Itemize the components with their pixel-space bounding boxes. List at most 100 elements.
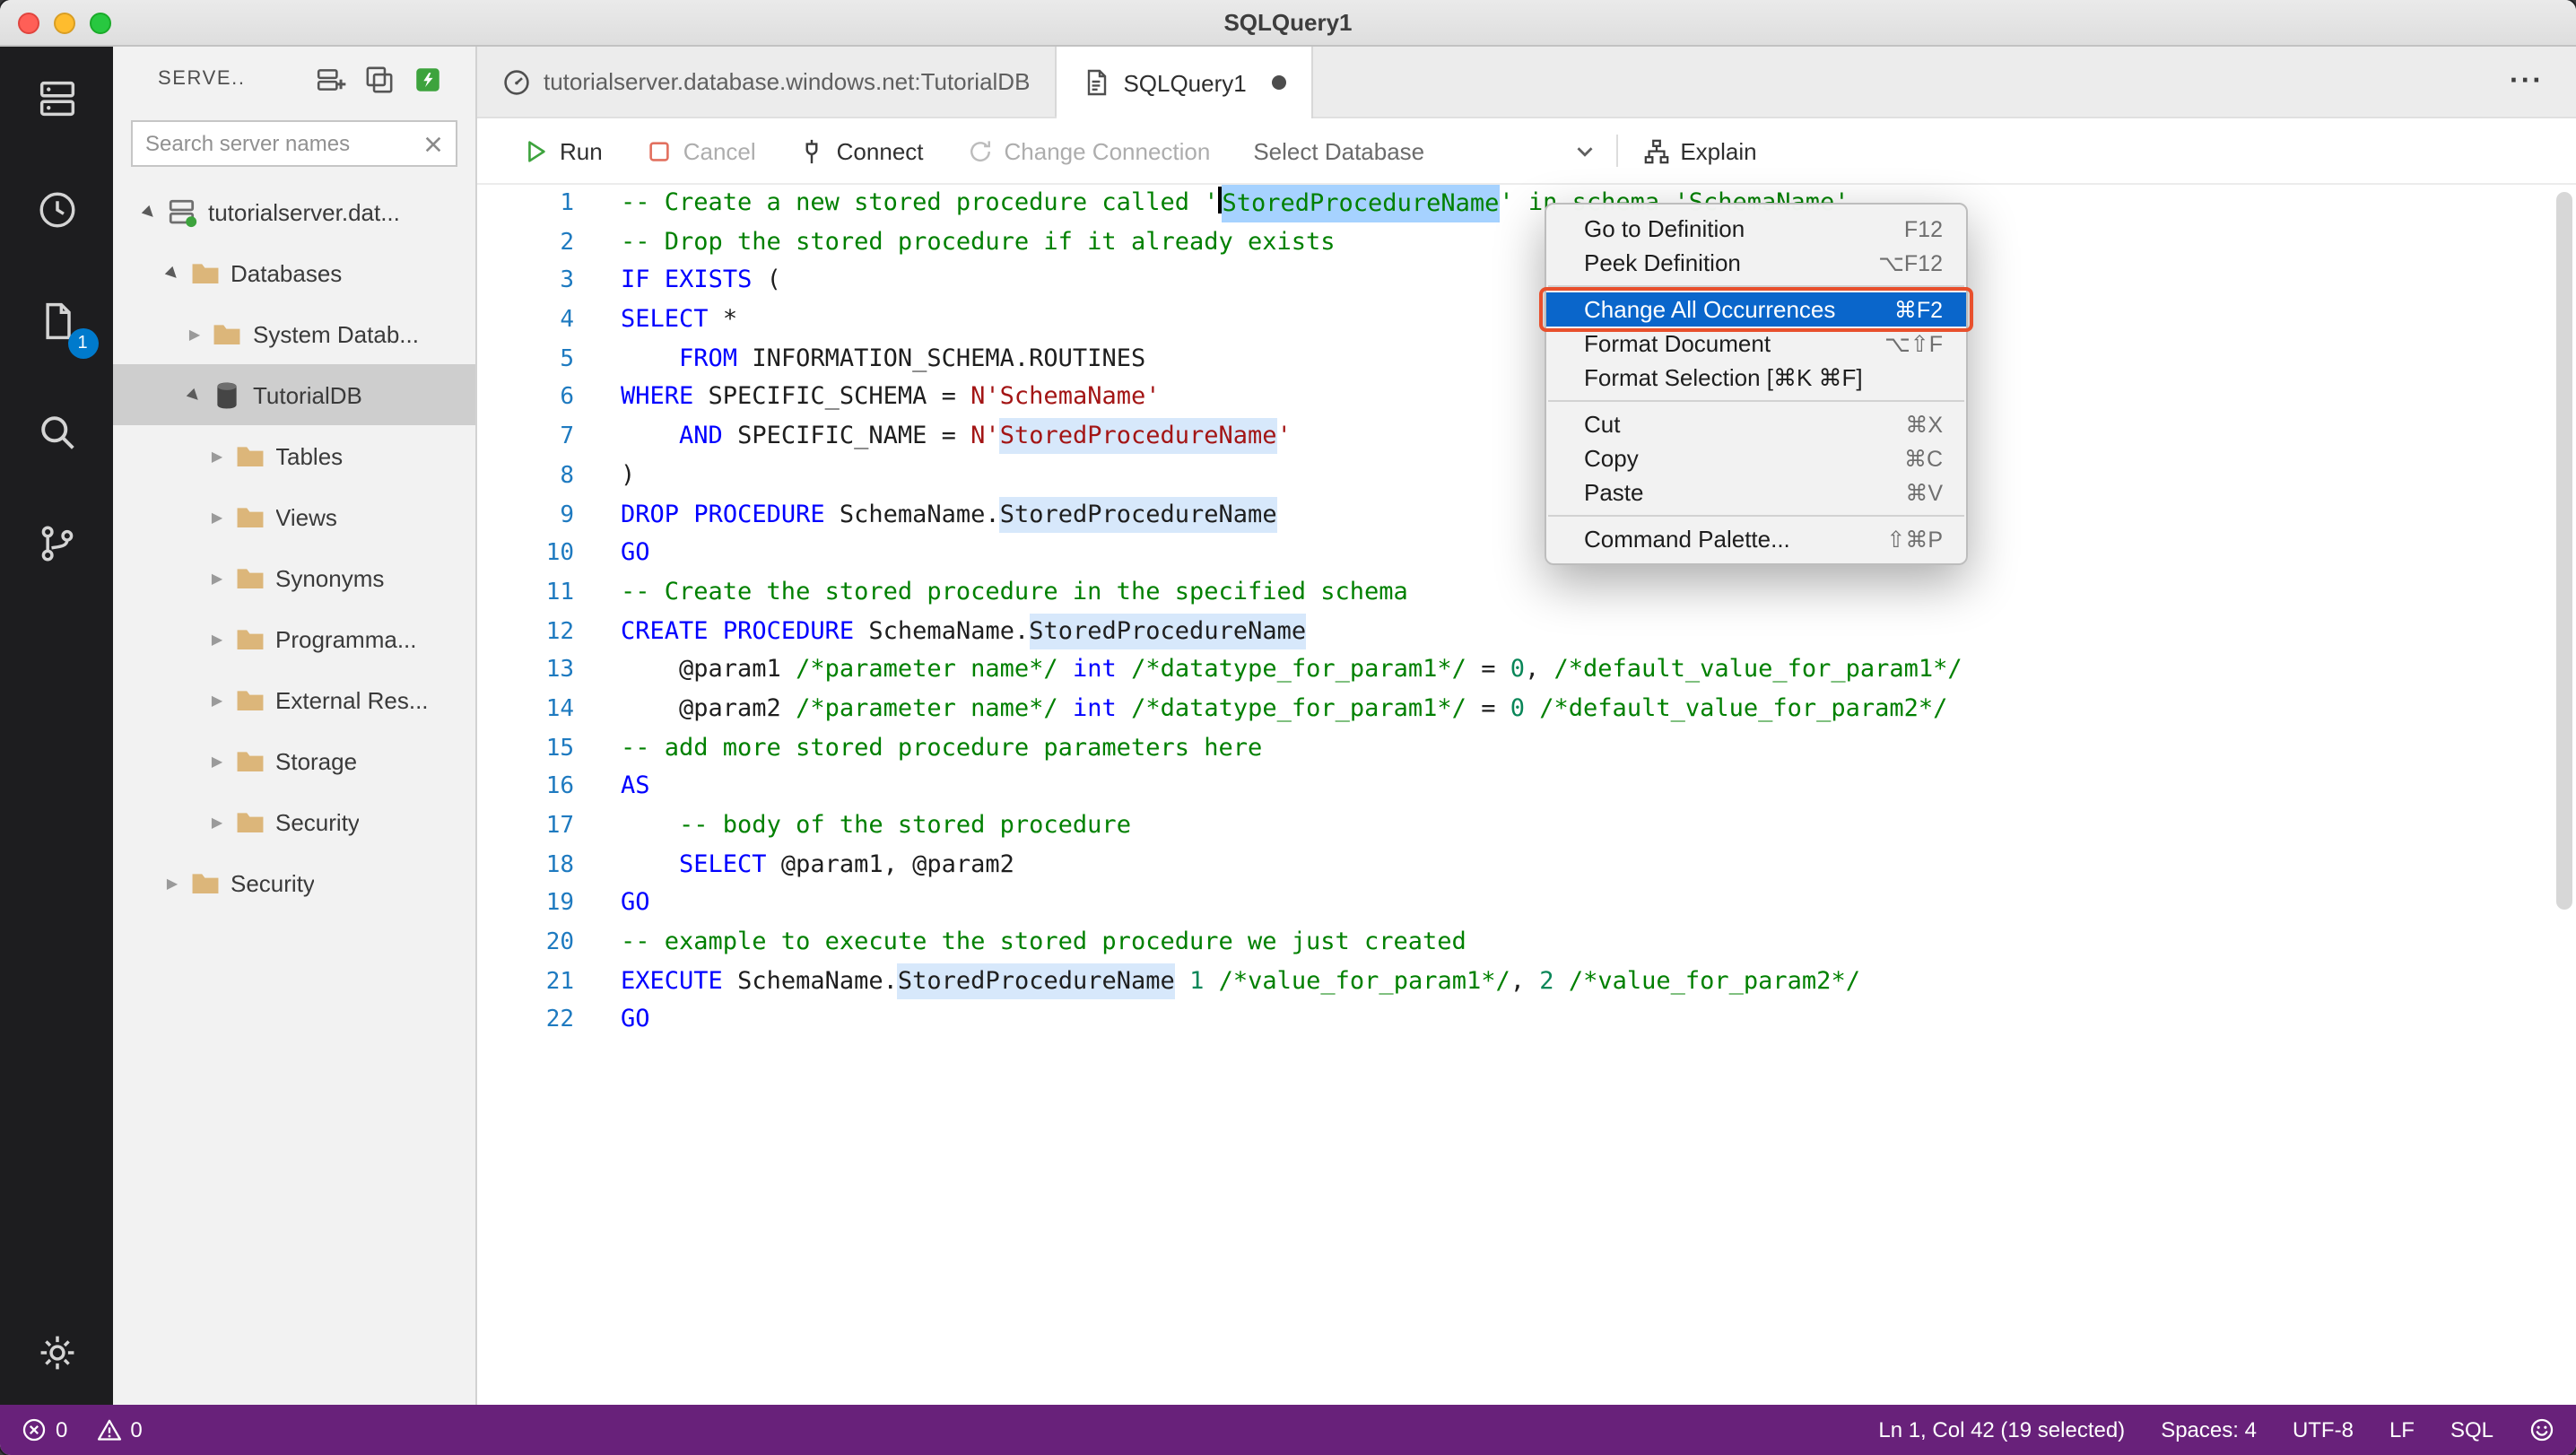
code-line[interactable]: 21 EXECUTE SchemaName.StoredProcedureName…: [477, 963, 2576, 1002]
caret-collapsed-icon[interactable]: ▶: [205, 631, 229, 647]
tree-item-databases[interactable]: ▶ Databases: [113, 242, 475, 303]
clear-search-icon[interactable]: [423, 134, 443, 153]
menu-shortcut: ⌘F2: [1893, 298, 1943, 323]
code-line[interactable]: 3 IF EXISTS (: [477, 263, 2576, 301]
editor-more-actions-button[interactable]: ···: [2477, 47, 2576, 117]
tree-item-tutorialserver-dat[interactable]: ▶ tutorialserver.dat...: [113, 181, 475, 242]
menu-item-cut[interactable]: Cut ⌘X: [1546, 407, 1966, 441]
caret-collapsed-icon[interactable]: ▶: [161, 875, 184, 891]
editor-scrollbar[interactable]: [2556, 192, 2572, 910]
code-line[interactable]: 22 GO: [477, 1002, 2576, 1041]
code-line[interactable]: 18 SELECT @param1, @param2: [477, 846, 2576, 884]
menu-item-command-palette[interactable]: Command Palette... ⇧⌘P: [1546, 522, 1966, 556]
tree-item-synonyms[interactable]: ▶ Synonyms: [113, 547, 475, 608]
menu-shortcut: ⌥⇧F: [1884, 332, 1943, 357]
code-line[interactable]: 13 @param1 /*parameter name*/ int /*data…: [477, 652, 2576, 691]
search-server-input[interactable]: [145, 131, 423, 156]
code-text: GO: [621, 888, 650, 918]
close-window-button[interactable]: [18, 13, 39, 34]
menu-item-change-all-occurrences[interactable]: Change All Occurrences ⌘F2: [1539, 287, 1973, 332]
connect-button[interactable]: Connect: [799, 137, 924, 164]
tree-item-security[interactable]: ▶ Security: [113, 791, 475, 852]
tree-item-programma[interactable]: ▶ Programma...: [113, 608, 475, 669]
code-editor[interactable]: 1 -- Create a new stored procedure called…: [477, 185, 2576, 1405]
caret-collapsed-icon[interactable]: ▶: [205, 692, 229, 708]
cancel-icon: [646, 137, 673, 164]
tree-item-views[interactable]: ▶ Views: [113, 486, 475, 547]
run-button[interactable]: Run: [522, 137, 603, 164]
activity-bar-item-settings[interactable]: [26, 1322, 87, 1383]
menu-item-format-selection-k-f[interactable]: Format Selection [⌘K ⌘F]: [1546, 361, 1966, 395]
code-text: AND SPECIFIC_NAME = N'StoredProcedureNam…: [621, 418, 1292, 457]
active-connections-button[interactable]: [413, 64, 443, 94]
code-line[interactable]: 11 -- Create the stored procedure in the …: [477, 574, 2576, 613]
caret-collapsed-icon[interactable]: ▶: [183, 326, 206, 342]
menu-item-paste[interactable]: Paste ⌘V: [1546, 475, 1966, 510]
code-line[interactable]: 19 GO: [477, 885, 2576, 924]
select-database-dropdown[interactable]: Select Database: [1253, 137, 1597, 164]
tree-item-external-res[interactable]: ▶ External Res...: [113, 669, 475, 730]
git-branch-icon: [33, 520, 80, 567]
tree-item-storage[interactable]: ▶ Storage: [113, 730, 475, 791]
code-line[interactable]: 5 FROM INFORMATION_SCHEMA.ROUTINES: [477, 341, 2576, 379]
status-item-cursor-position[interactable]: Ln 1, Col 42 (19 selected): [1878, 1417, 2125, 1442]
status-item-encoding[interactable]: UTF-8: [2293, 1417, 2354, 1442]
menu-item-format-document[interactable]: Format Document ⌥⇧F: [1546, 327, 1966, 361]
activity-bar-item-source-control[interactable]: [26, 513, 87, 574]
minimize-window-button[interactable]: [54, 13, 75, 34]
code-line[interactable]: 14 @param2 /*parameter name*/ int /*data…: [477, 691, 2576, 729]
problems-status[interactable]: 0 0: [22, 1417, 143, 1442]
caret-expanded-icon[interactable]: ▶: [135, 197, 163, 225]
change-connection-button[interactable]: Change Connection: [967, 137, 1210, 164]
code-text: CREATE PROCEDURE SchemaName.StoredProced…: [621, 613, 1307, 651]
line-number: 19: [545, 890, 574, 918]
caret-expanded-icon[interactable]: ▶: [180, 380, 208, 408]
explain-button[interactable]: Explain: [1642, 137, 1757, 164]
code-line[interactable]: 20 -- example to execute the stored proce…: [477, 924, 2576, 963]
status-item-eol[interactable]: LF: [2389, 1417, 2415, 1442]
cancel-button[interactable]: Cancel: [646, 137, 756, 164]
tree-item-system-datab[interactable]: ▶ System Datab...: [113, 303, 475, 364]
code-line[interactable]: 9 DROP PROCEDURE SchemaName.StoredProcedu…: [477, 496, 2576, 535]
caret-expanded-icon[interactable]: ▶: [158, 258, 186, 286]
caret-collapsed-icon[interactable]: ▶: [205, 509, 229, 525]
status-item-indentation[interactable]: Spaces: 4: [2161, 1417, 2257, 1442]
activity-bar-item-open-editors[interactable]: 1: [26, 291, 98, 359]
code-line[interactable]: 12 CREATE PROCEDURE SchemaName.StoredProc…: [477, 613, 2576, 651]
dashboard-tab[interactable]: tutorialserver.database.windows.net:Tuto…: [477, 47, 1057, 117]
activity-bar-item-task-history[interactable]: [26, 179, 87, 240]
code-line[interactable]: 8): [477, 457, 2576, 496]
code-line[interactable]: 7 AND SPECIFIC_NAME = N'StoredProcedureN…: [477, 418, 2576, 457]
badge: 1: [67, 328, 98, 359]
caret-collapsed-icon[interactable]: ▶: [205, 448, 229, 464]
tree-item-tables[interactable]: ▶ Tables: [113, 425, 475, 486]
menu-item-go-to-definition[interactable]: Go to Definition F12: [1546, 212, 1966, 246]
code-line[interactable]: 15 -- add more stored procedure parameter…: [477, 729, 2576, 768]
tree-item-tutorialdb[interactable]: ▶ TutorialDB: [113, 364, 475, 425]
menu-item-peek-definition[interactable]: Peek Definition ⌥F12: [1546, 246, 1966, 280]
new-server-group-button[interactable]: [364, 64, 395, 94]
caret-collapsed-icon[interactable]: ▶: [205, 570, 229, 586]
caret-collapsed-icon[interactable]: ▶: [205, 814, 229, 830]
tree-item-security[interactable]: ▶ Security: [113, 852, 475, 913]
code-line[interactable]: 2 -- Drop the stored procedure if it alre…: [477, 223, 2576, 262]
code-line[interactable]: 17 -- body of the stored procedure: [477, 807, 2576, 846]
tab-label: tutorialserver.database.windows.net:Tuto…: [544, 68, 1031, 95]
activity-bar-item-search[interactable]: [26, 402, 87, 463]
status-item-language-mode[interactable]: SQL: [2450, 1417, 2493, 1442]
code-line[interactable]: 1 -- Create a new stored procedure called…: [477, 185, 2576, 223]
zoom-window-button[interactable]: [90, 13, 111, 34]
caret-collapsed-icon[interactable]: ▶: [205, 753, 229, 769]
activity-bar-item-connections[interactable]: [26, 68, 87, 129]
new-connection-button[interactable]: [316, 64, 346, 94]
code-line[interactable]: 10 GO: [477, 535, 2576, 573]
code-line[interactable]: 6 WHERE SPECIFIC_SCHEMA = N'SchemaName': [477, 379, 2576, 418]
query-toolbar: Run Cancel Connect Change Connection Sel…: [477, 118, 2576, 185]
menu-item-copy[interactable]: Copy ⌘C: [1546, 441, 1966, 475]
query-tab[interactable]: SQLQuery1: [1057, 47, 1313, 118]
editor-group: tutorialserver.database.windows.net:Tuto…: [477, 47, 2576, 1405]
feedback-smiley-icon[interactable]: [2529, 1417, 2554, 1442]
code-line[interactable]: 16 AS: [477, 769, 2576, 807]
gear-icon: [33, 1329, 80, 1376]
code-line[interactable]: 4 SELECT *: [477, 301, 2576, 340]
